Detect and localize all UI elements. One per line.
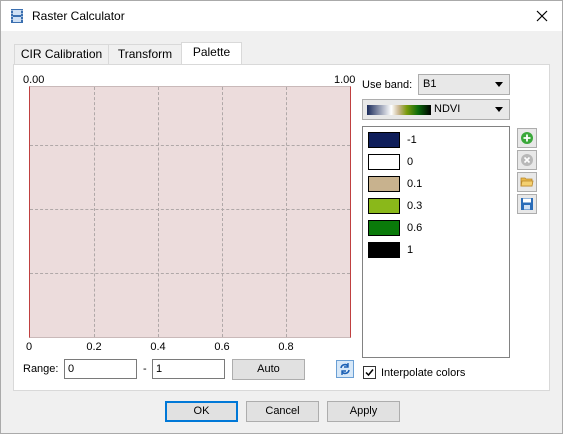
grid-line <box>30 273 350 274</box>
grid-line <box>94 87 95 337</box>
cancel-button[interactable]: Cancel <box>246 401 319 422</box>
palette-value: 0.3 <box>407 200 423 212</box>
interpolate-label: Interpolate colors <box>381 367 466 379</box>
grid-line <box>30 209 350 210</box>
chevron-down-icon <box>495 82 503 87</box>
checkmark-icon <box>365 369 374 377</box>
use-band-label: Use band: <box>362 79 413 91</box>
color-swatch[interactable] <box>368 198 400 214</box>
palette-value: 1 <box>407 244 414 256</box>
window-title: Raster Calculator <box>32 9 125 23</box>
apply-button[interactable]: Apply <box>327 401 400 422</box>
palette-preset-value: NDVI <box>434 103 461 115</box>
add-entry-button[interactable] <box>517 128 537 148</box>
palette-value: 0.6 <box>407 222 423 234</box>
palette-entry-list[interactable]: -1 0 0.1 0.3 0.6 1 <box>362 126 510 358</box>
range-max-input[interactable]: 1 <box>152 359 225 379</box>
grid-line <box>222 87 223 337</box>
tab-palette[interactable]: Palette <box>181 42 242 65</box>
list-item[interactable]: 0.1 <box>368 175 498 193</box>
x-tick-label: 0.8 <box>278 341 294 353</box>
palette-preset-select[interactable]: NDVI <box>362 99 510 120</box>
grid-line <box>30 145 350 146</box>
graph-top-right-label: 1.00 <box>334 74 356 86</box>
list-item[interactable]: -1 <box>368 131 498 149</box>
color-ramp-preview <box>367 105 431 115</box>
folder-icon <box>520 177 534 187</box>
x-tick-label: 0.6 <box>214 341 230 353</box>
remove-icon <box>521 154 533 166</box>
range-label: Range: <box>23 363 59 375</box>
open-palette-button[interactable] <box>517 172 537 192</box>
color-swatch[interactable] <box>368 220 400 236</box>
close-icon <box>536 10 548 22</box>
x-tick-label: 0.4 <box>150 341 166 353</box>
close-button[interactable] <box>522 1 562 31</box>
use-band-value: B1 <box>423 78 437 90</box>
palette-value: -1 <box>407 134 417 146</box>
ok-button[interactable]: OK <box>165 401 238 422</box>
chevron-down-icon <box>495 107 503 112</box>
tab-transform[interactable]: Transform <box>108 44 182 65</box>
auto-button[interactable]: Auto <box>232 359 305 380</box>
use-band-select[interactable]: B1 <box>418 74 510 95</box>
color-swatch[interactable] <box>368 154 400 170</box>
save-icon <box>521 198 533 210</box>
refresh-icon <box>340 363 350 375</box>
color-swatch[interactable] <box>368 242 400 258</box>
interpolate-checkbox[interactable] <box>363 366 376 379</box>
refresh-button[interactable] <box>336 360 354 378</box>
list-item[interactable]: 0.6 <box>368 219 498 237</box>
plus-icon <box>521 132 533 144</box>
save-palette-button[interactable] <box>517 194 537 214</box>
palette-graph[interactable] <box>29 86 351 338</box>
palette-value: 0.1 <box>407 178 423 190</box>
list-item[interactable]: 0.3 <box>368 197 498 215</box>
color-swatch[interactable] <box>368 176 400 192</box>
list-item[interactable]: 1 <box>368 241 498 259</box>
title-bar: Raster Calculator <box>1 1 562 31</box>
range-separator: - <box>143 363 147 375</box>
x-tick-label: 0 <box>25 341 33 353</box>
grid-line <box>158 87 159 337</box>
range-min-input[interactable]: 0 <box>64 359 137 379</box>
graph-top-left-label: 0.00 <box>23 74 45 86</box>
remove-entry-button[interactable] <box>517 150 537 170</box>
film-icon <box>11 9 23 23</box>
grid-line <box>286 87 287 337</box>
raster-calculator-window: Raster Calculator CIR Calibration Transf… <box>0 0 563 434</box>
list-item[interactable]: 0 <box>368 153 498 171</box>
tab-cir-calibration[interactable]: CIR Calibration <box>14 44 109 65</box>
color-swatch[interactable] <box>368 132 400 148</box>
palette-value: 0 <box>407 156 414 168</box>
x-tick-label: 0.2 <box>86 341 102 353</box>
